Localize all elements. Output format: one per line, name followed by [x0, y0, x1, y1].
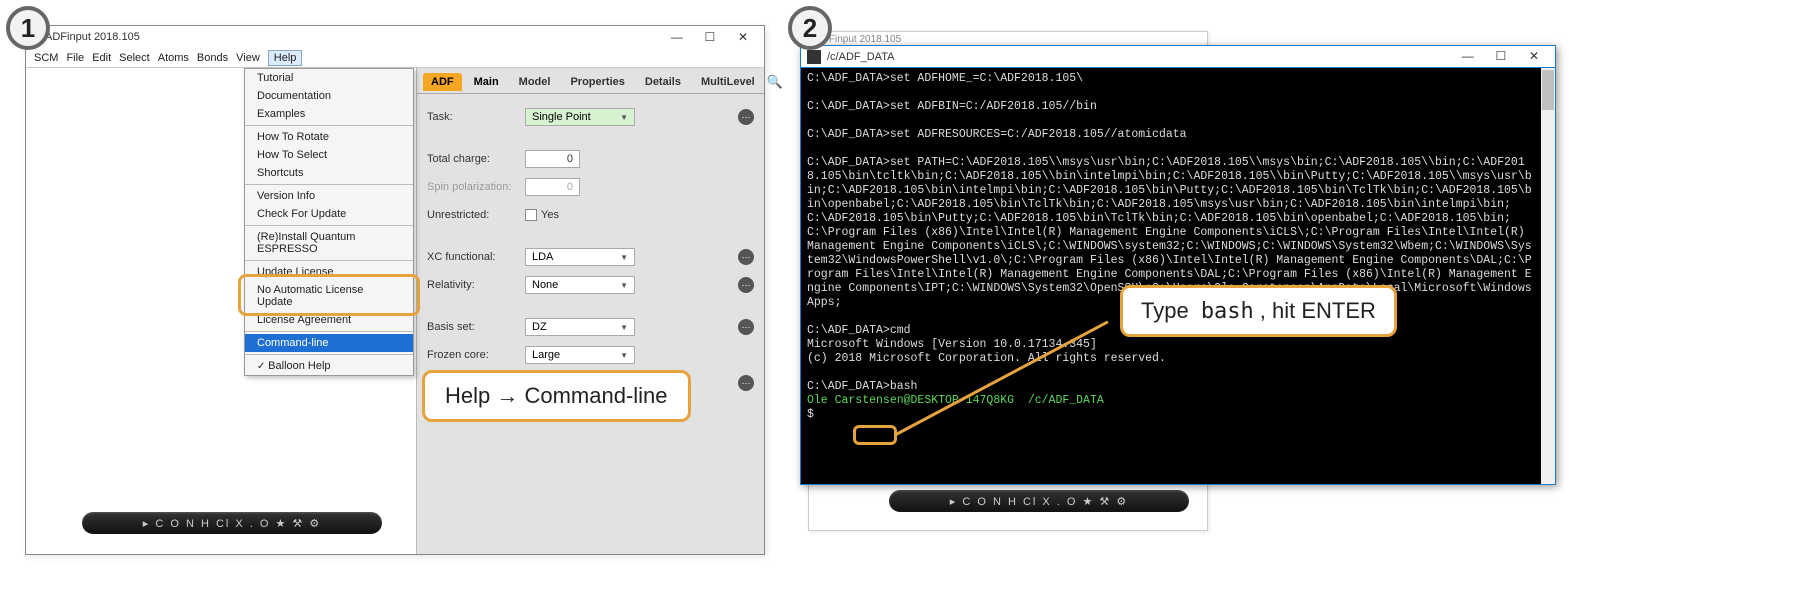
- rel-more-icon[interactable]: ⋯: [738, 277, 754, 293]
- close-button[interactable]: ✕: [728, 30, 758, 44]
- help-examples[interactable]: Examples: [245, 105, 413, 123]
- tab-adf[interactable]: ADF: [423, 73, 462, 91]
- frozen-label: Frozen core:: [427, 349, 525, 361]
- rel-select[interactable]: None▼: [525, 276, 635, 294]
- task-value: Single Point: [532, 111, 591, 123]
- terminal-titlebar: /c/ADF_DATA — ☐ ✕: [801, 46, 1555, 68]
- terminal-prompt-line: Ole Carstensen@DESKTOP-147Q8KG /c/ADF_DA…: [807, 394, 1535, 408]
- tab-main[interactable]: Main: [466, 73, 507, 91]
- help-no-auto-license[interactable]: No Automatic License Update: [245, 281, 413, 311]
- basis-more-icon[interactable]: ⋯: [738, 319, 754, 335]
- terminal-close-button[interactable]: ✕: [1519, 49, 1549, 63]
- terminal-body[interactable]: C:\ADF_DATA>set ADFHOME_=C:\ADF2018.105\…: [801, 68, 1541, 484]
- terminal-icon: [807, 50, 821, 64]
- help-documentation[interactable]: Documentation: [245, 87, 413, 105]
- xc-select[interactable]: LDA▼: [525, 248, 635, 266]
- step-number: 1: [21, 13, 35, 44]
- help-dropdown: Tutorial Documentation Examples How To R…: [244, 68, 414, 376]
- terminal-window: /c/ADF_DATA — ☐ ✕ C:\ADF_DATA>set ADFHOM…: [800, 45, 1556, 485]
- basis-value: DZ: [532, 321, 547, 333]
- spin-input: 0: [525, 178, 580, 196]
- charge-input[interactable]: 0: [525, 150, 580, 168]
- panel-2: ADFinput 2018.105 ▸ C O N H Cl X . O ★ ⚒…: [790, 25, 1560, 555]
- help-tutorial[interactable]: Tutorial: [245, 69, 413, 87]
- unrestricted-value: Yes: [541, 209, 559, 221]
- tab-model[interactable]: Model: [511, 73, 559, 91]
- workarea: Tutorial Documentation Examples How To R…: [26, 68, 764, 554]
- menu-bonds[interactable]: Bonds: [197, 52, 228, 64]
- task-label: Task:: [427, 111, 525, 123]
- basis-label: Basis set:: [427, 321, 525, 333]
- task-select[interactable]: Single Point▼: [525, 108, 635, 126]
- spin-label: Spin polarization:: [427, 181, 525, 193]
- menu-help[interactable]: Help: [268, 50, 303, 66]
- frozen-select[interactable]: Large▼: [525, 346, 635, 364]
- basis-select[interactable]: DZ▼: [525, 318, 635, 336]
- callout2-cmd: bash: [1201, 299, 1254, 324]
- menu-view[interactable]: View: [236, 52, 260, 64]
- help-balloon-help[interactable]: Balloon Help: [245, 357, 413, 375]
- minimize-button[interactable]: —: [662, 30, 692, 44]
- search-icon[interactable]: 🔍: [767, 74, 787, 90]
- step-badge-1: 1: [6, 6, 50, 50]
- help-version-info[interactable]: Version Info: [245, 187, 413, 205]
- xc-value: LDA: [532, 251, 553, 263]
- xc-more-icon[interactable]: ⋯: [738, 249, 754, 265]
- help-command-line[interactable]: Command-line: [245, 334, 413, 352]
- help-how-to-rotate[interactable]: How To Rotate: [245, 128, 413, 146]
- terminal-controls: — ☐ ✕: [1453, 49, 1549, 64]
- charge-label: Total charge:: [427, 153, 525, 165]
- help-how-to-select[interactable]: How To Select: [245, 146, 413, 164]
- atom-toolbar[interactable]: ▸ C O N H Cl X . O ★ ⚒ ⚙: [82, 512, 382, 534]
- callout-help-commandline: Help → Command-line: [422, 370, 691, 422]
- rel-value: None: [532, 279, 558, 291]
- task-more-icon[interactable]: ⋯: [738, 109, 754, 125]
- menu-scm[interactable]: SCM: [34, 52, 58, 64]
- rel-label: Relativity:: [427, 279, 525, 291]
- callout-text: Help → Command-line: [445, 383, 668, 408]
- menu-atoms[interactable]: Atoms: [158, 52, 189, 64]
- settings-tabs: ADF Main Model Properties Details MultiL…: [417, 68, 764, 94]
- window-controls: — ☐ ✕: [662, 30, 758, 44]
- numq-more-icon[interactable]: ⋯: [738, 375, 754, 391]
- frozen-value: Large: [532, 349, 560, 361]
- unrestricted-label: Unrestricted:: [427, 209, 525, 221]
- menu-file[interactable]: File: [66, 52, 84, 64]
- terminal-scrollbar[interactable]: [1541, 68, 1555, 484]
- tab-properties[interactable]: Properties: [562, 73, 632, 91]
- help-check-update[interactable]: Check For Update: [245, 205, 413, 223]
- help-license-agreement[interactable]: License Agreement: [245, 311, 413, 329]
- tab-details[interactable]: Details: [637, 73, 689, 91]
- window-title: ADFinput 2018.105: [45, 31, 140, 43]
- terminal-dollar-prompt: $: [807, 408, 1535, 422]
- terminal-maximize-button[interactable]: ☐: [1486, 49, 1516, 63]
- settings-panel: ADF Main Model Properties Details MultiL…: [416, 68, 764, 554]
- unrestricted-checkbox[interactable]: [525, 209, 537, 221]
- titlebar: ⧗ ADFinput 2018.105 — ☐ ✕: [26, 26, 764, 48]
- xc-label: XC functional:: [427, 251, 525, 263]
- help-shortcuts[interactable]: Shortcuts: [245, 164, 413, 182]
- step-number: 2: [803, 13, 817, 44]
- help-update-license[interactable]: Update License: [245, 263, 413, 281]
- adfinput-window: ⧗ ADFinput 2018.105 — ☐ ✕ SCM File Edit …: [25, 25, 765, 555]
- callout2-post: , hit ENTER: [1260, 298, 1376, 323]
- menu-edit[interactable]: Edit: [92, 52, 111, 64]
- help-reinstall-qe[interactable]: (Re)Install Quantum ESPRESSO: [245, 228, 413, 258]
- atom-toolbar-ghost: ▸ C O N H Cl X . O ★ ⚒ ⚙: [889, 490, 1189, 512]
- callout-type-bash: Type bash, hit ENTER: [1120, 285, 1397, 337]
- menubar: SCM File Edit Select Atoms Bonds View He…: [26, 48, 764, 68]
- menu-select[interactable]: Select: [119, 52, 150, 64]
- callout2-pre: Type: [1141, 298, 1195, 323]
- terminal-title: /c/ADF_DATA: [827, 50, 894, 64]
- maximize-button[interactable]: ☐: [695, 30, 725, 44]
- terminal-minimize-button[interactable]: —: [1453, 49, 1483, 63]
- step-badge-2: 2: [788, 6, 832, 50]
- tab-multilevel[interactable]: MultiLevel: [693, 73, 763, 91]
